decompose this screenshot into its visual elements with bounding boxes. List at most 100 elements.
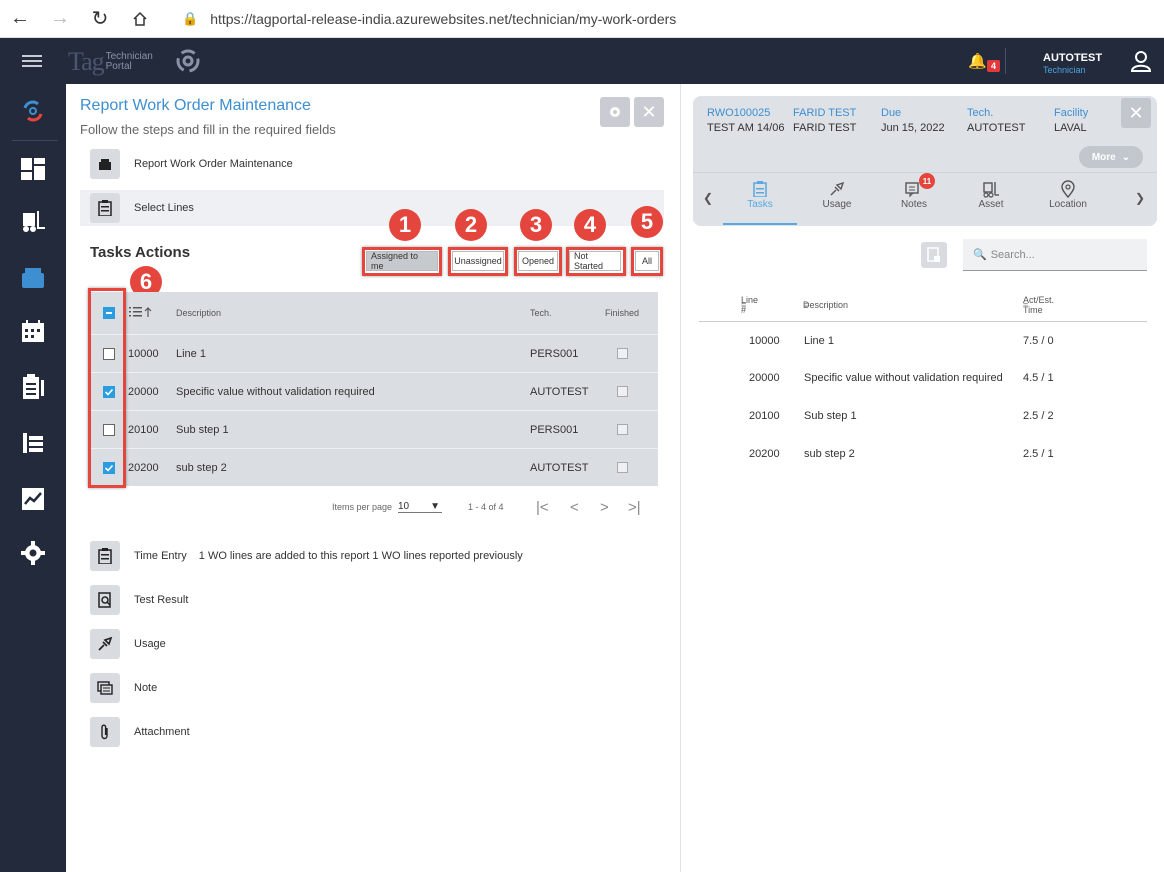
line-description: Specific value without validation requir… bbox=[804, 372, 1003, 384]
tab-tasks[interactable]: Tasks bbox=[723, 179, 797, 225]
line-number: 20000 bbox=[749, 372, 780, 384]
tab-notes[interactable]: 11 Notes bbox=[877, 173, 951, 225]
table-row[interactable]: 20100 Sub step 1 PERS001 bbox=[90, 410, 658, 448]
sort-icon: ≡ bbox=[1023, 299, 1029, 310]
step-report-work-order[interactable]: Report Work Order Maintenance bbox=[80, 146, 664, 182]
paginator: Items per page 10 ▼ 1 - 4 of 4 |< < > >| bbox=[132, 496, 662, 518]
lock-icon: 🔒 bbox=[182, 10, 199, 26]
highlight-box bbox=[566, 247, 626, 276]
settings-gear-icon[interactable] bbox=[18, 538, 48, 568]
user-role: Technician bbox=[1043, 65, 1086, 75]
last-page-icon[interactable]: >| bbox=[628, 499, 641, 516]
analytics-icon[interactable] bbox=[18, 484, 48, 514]
reload-icon[interactable]: ↻ bbox=[80, 0, 120, 38]
app-logo: Tag Technician Portal bbox=[68, 47, 153, 77]
callout-marker: 1 bbox=[389, 209, 421, 241]
table-row[interactable]: 20200 sub step 2 AUTOTEST bbox=[90, 448, 658, 486]
test-result-icon bbox=[90, 585, 120, 615]
close-detail-button[interactable]: ✕ bbox=[1121, 98, 1151, 128]
inventory-icon[interactable] bbox=[18, 428, 48, 458]
items-per-page-select[interactable]: 10 ▼ bbox=[398, 501, 442, 513]
step-label: Note bbox=[134, 682, 158, 694]
step-attachment[interactable]: Attachment bbox=[80, 714, 664, 750]
forklift-icon bbox=[954, 179, 1028, 199]
step-label: Attachment bbox=[134, 726, 190, 738]
tab-asset[interactable]: Asset bbox=[954, 179, 1028, 225]
report-panel: Report Work Order Maintenance Follow the… bbox=[66, 84, 680, 872]
table-row[interactable]: 20000 Specific value without validation … bbox=[699, 360, 1147, 396]
settings-button[interactable] bbox=[600, 97, 630, 127]
address-bar[interactable]: 🔒 https://tagportal-release-india.azurew… bbox=[182, 11, 676, 27]
back-arrow-icon[interactable]: ← bbox=[0, 0, 40, 38]
table-row[interactable]: 20000 Specific value without validation … bbox=[90, 372, 658, 410]
items-per-page-value: 10 bbox=[398, 501, 410, 512]
sort-icon: ≡ bbox=[803, 299, 809, 310]
table-row[interactable]: 10000 Line 1 PERS001 bbox=[90, 334, 658, 372]
table-row[interactable]: 20100 Sub step 1 2.5 / 2 bbox=[699, 398, 1147, 434]
note-icon bbox=[877, 179, 951, 199]
sidebar-brand-icon[interactable] bbox=[18, 96, 48, 126]
step-note[interactable]: Note bbox=[80, 670, 664, 706]
checklist-icon[interactable] bbox=[18, 372, 48, 402]
facility-label: Facility bbox=[1054, 107, 1089, 119]
notification-bell-icon[interactable]: 🔔 bbox=[968, 52, 987, 70]
line-description: sub step 2 bbox=[804, 448, 855, 460]
search-input[interactable]: 🔍 Search... bbox=[963, 239, 1147, 271]
line-tech: AUTOTEST bbox=[530, 385, 589, 398]
calendar-icon[interactable] bbox=[18, 316, 48, 346]
user-profile-icon[interactable] bbox=[1130, 50, 1152, 77]
due-col: Due Jun 15, 2022 bbox=[881, 107, 945, 134]
close-button[interactable]: ✕ bbox=[634, 97, 664, 127]
step-usage[interactable]: Usage bbox=[80, 626, 664, 662]
logo-subtext: Technician Portal bbox=[106, 52, 153, 72]
finished-cell bbox=[592, 424, 652, 435]
spark-plug-icon bbox=[90, 629, 120, 659]
home-icon[interactable] bbox=[120, 0, 160, 38]
wo-number[interactable]: RWO100025 bbox=[707, 107, 784, 119]
work-order-summary-card: RWO100025 TEST AM 14/06 FARID TEST FARID… bbox=[693, 96, 1157, 226]
work-order-detail-panel: RWO100025 TEST AM 14/06 FARID TEST FARID… bbox=[680, 84, 1164, 872]
finished-checkbox bbox=[616, 462, 628, 473]
tech-value: AUTOTEST bbox=[967, 122, 1026, 134]
line-description: Sub step 1 bbox=[804, 410, 857, 422]
wo-number-col: RWO100025 TEST AM 14/06 bbox=[707, 107, 784, 134]
highlight-box bbox=[88, 288, 126, 488]
tab-usage[interactable]: Usage bbox=[800, 179, 874, 225]
more-button[interactable]: More ⌄ bbox=[1079, 146, 1143, 168]
line-tech: PERS001 bbox=[530, 347, 579, 360]
step-test-result[interactable]: Test Result bbox=[80, 582, 664, 618]
line-number: 20200 bbox=[128, 461, 159, 474]
tech-label: Tech. bbox=[967, 107, 994, 119]
divider bbox=[1005, 48, 1006, 74]
dashboard-icon[interactable] bbox=[18, 154, 48, 184]
user-name: AUTOTEST bbox=[1043, 52, 1103, 64]
forklift-icon[interactable] bbox=[18, 206, 48, 236]
callout-marker: 5 bbox=[631, 206, 663, 238]
line-time: 2.5 / 1 bbox=[1023, 448, 1054, 460]
finished-checkbox bbox=[616, 348, 628, 359]
table-row[interactable]: 20200 sub step 2 2.5 / 1 bbox=[699, 436, 1147, 472]
tabs-prev-icon[interactable]: ❮ bbox=[703, 191, 713, 205]
step-label: Usage bbox=[134, 638, 166, 650]
table-row[interactable]: 10000 Line 1 7.5 / 0 bbox=[699, 323, 1147, 359]
forward-arrow-icon[interactable]: → bbox=[40, 0, 80, 38]
clipboard-icon bbox=[723, 179, 797, 199]
tab-location[interactable]: Location bbox=[1031, 179, 1105, 225]
line-number: 20100 bbox=[128, 423, 159, 436]
line-number: 10000 bbox=[749, 335, 780, 347]
prev-page-icon[interactable]: < bbox=[570, 499, 579, 516]
items-per-page-label: Items per page bbox=[332, 502, 393, 512]
line-time: 7.5 / 0 bbox=[1023, 335, 1054, 347]
sort-list-icon[interactable] bbox=[128, 306, 176, 320]
first-page-icon[interactable]: |< bbox=[536, 499, 549, 516]
work-orders-icon[interactable] bbox=[18, 262, 48, 292]
requester-value: FARID TEST bbox=[793, 122, 857, 134]
finished-cell bbox=[592, 386, 652, 397]
add-task-button[interactable] bbox=[921, 242, 947, 268]
next-page-icon[interactable]: > bbox=[600, 499, 609, 516]
menu-icon[interactable] bbox=[22, 52, 42, 70]
line-description: Line 1 bbox=[804, 335, 834, 347]
tabs-next-icon[interactable]: ❯ bbox=[1135, 191, 1145, 205]
due-value: Jun 15, 2022 bbox=[881, 122, 945, 134]
step-time-entry[interactable]: Time Entry 1 WO lines are added to this … bbox=[80, 538, 664, 574]
